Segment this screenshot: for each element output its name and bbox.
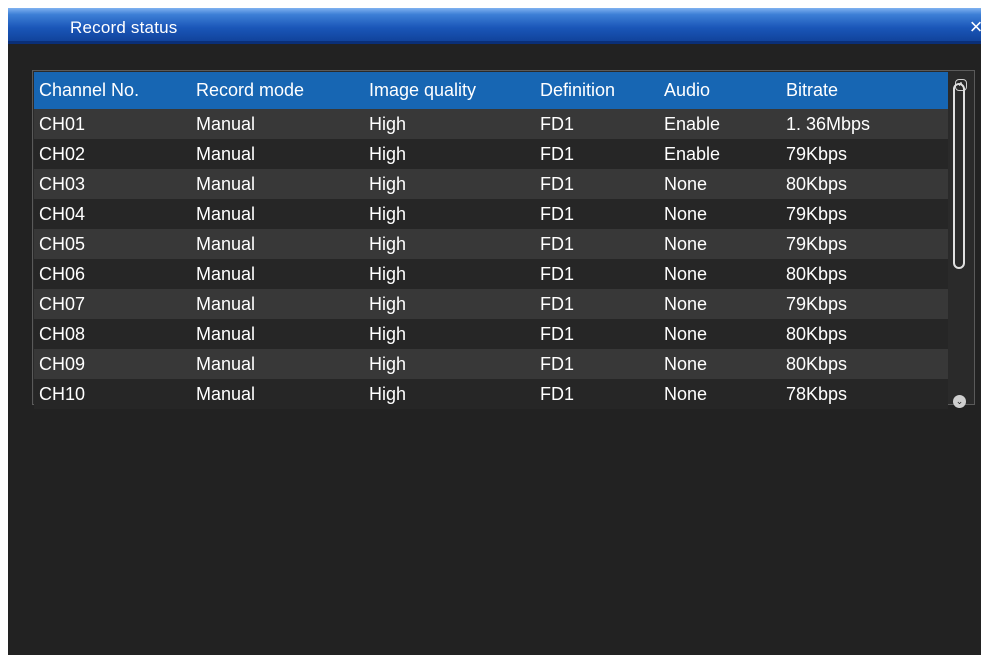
cell-record-mode: Manual [196, 173, 256, 194]
cell-record-mode: Manual [196, 143, 256, 164]
cell-record-mode: Manual [196, 263, 256, 284]
cell-definition: FD1 [540, 323, 575, 344]
cell-record-mode: Manual [196, 323, 256, 344]
table-row[interactable]: CH03 Manual High FD1 None 80Kbps [34, 169, 948, 199]
cell-audio: None [664, 383, 708, 404]
cell-audio: None [664, 353, 708, 374]
cell-image-quality: High [369, 143, 407, 164]
cell-definition: FD1 [540, 353, 575, 374]
cell-channel-no: CH07 [39, 293, 86, 314]
cell-channel-no: CH10 [39, 383, 86, 404]
cell-channel-no: CH04 [39, 203, 86, 224]
cell-channel-no: CH08 [39, 323, 86, 344]
cell-bitrate: 1. 36Mbps [786, 113, 871, 134]
cell-channel-no: CH06 [39, 263, 86, 284]
cell-bitrate: 80Kbps [786, 173, 848, 194]
cell-definition: FD1 [540, 173, 575, 194]
cell-bitrate: 80Kbps [786, 323, 848, 344]
table-header-row: Channel No. Record mode Image quality De… [34, 72, 948, 109]
cell-channel-no: CH03 [39, 173, 86, 194]
close-icon[interactable]: × [965, 16, 981, 38]
cell-definition: FD1 [540, 233, 575, 254]
table-row[interactable]: CH09 Manual High FD1 None 80Kbps [34, 349, 948, 379]
cell-image-quality: High [369, 323, 407, 344]
cell-record-mode: Manual [196, 203, 256, 224]
cell-audio: Enable [664, 143, 721, 164]
cell-audio: None [664, 203, 708, 224]
cell-definition: FD1 [540, 203, 575, 224]
cell-definition: FD1 [540, 293, 575, 314]
header-record-mode: Record mode [196, 80, 305, 100]
table-row[interactable]: CH10 Manual High FD1 None 78Kbps [34, 379, 948, 409]
cell-bitrate: 80Kbps [786, 263, 848, 284]
cell-definition: FD1 [540, 383, 575, 404]
cell-record-mode: Manual [196, 233, 256, 254]
header-audio: Audio [664, 80, 711, 100]
cell-definition: FD1 [540, 113, 575, 134]
record-status-table: Channel No. Record mode Image quality De… [34, 72, 948, 409]
table-row[interactable]: CH04 Manual High FD1 None 79Kbps [34, 199, 948, 229]
scroll-thumb[interactable] [953, 83, 965, 269]
cell-definition: FD1 [540, 263, 575, 284]
cell-image-quality: High [369, 233, 407, 254]
cell-bitrate: 79Kbps [786, 203, 848, 224]
table-scrollbar[interactable]: ˄ ⌄ [950, 73, 972, 408]
table-row[interactable]: CH02 Manual High FD1 Enable 79Kbps [34, 139, 948, 169]
record-status-table-frame: Channel No. Record mode Image quality De… [32, 70, 975, 409]
cell-image-quality: High [369, 353, 407, 374]
table-row[interactable]: CH08 Manual High FD1 None 80Kbps [34, 319, 948, 349]
cell-image-quality: High [369, 173, 407, 194]
cell-bitrate: 79Kbps [786, 233, 848, 254]
table-row[interactable]: CH06 Manual High FD1 None 80Kbps [34, 259, 948, 289]
cell-channel-no: CH05 [39, 233, 86, 254]
table-row[interactable]: CH07 Manual High FD1 None 79Kbps [34, 289, 948, 319]
header-definition: Definition [540, 80, 616, 100]
cell-image-quality: High [369, 383, 407, 404]
cell-audio: None [664, 263, 708, 284]
cell-bitrate: 79Kbps [786, 293, 848, 314]
window-title: Record status [70, 18, 178, 37]
cell-bitrate: 79Kbps [786, 143, 848, 164]
cell-record-mode: Manual [196, 383, 256, 404]
table-row[interactable]: CH01 Manual High FD1 Enable 1. 36Mbps [34, 109, 948, 139]
cell-record-mode: Manual [196, 113, 256, 134]
cell-channel-no: CH02 [39, 143, 86, 164]
cell-image-quality: High [369, 113, 407, 134]
cell-channel-no: CH09 [39, 353, 86, 374]
cell-channel-no: CH01 [39, 113, 86, 134]
header-channel-no: Channel No. [39, 80, 140, 100]
cell-audio: None [664, 233, 708, 254]
cell-definition: FD1 [540, 143, 575, 164]
cell-image-quality: High [369, 203, 407, 224]
scroll-down-icon[interactable]: ⌄ [953, 395, 966, 408]
title-bar: Record status × [8, 8, 981, 44]
cell-image-quality: High [369, 293, 407, 314]
cell-record-mode: Manual [196, 353, 256, 374]
header-image-quality: Image quality [369, 80, 477, 100]
cell-audio: Enable [664, 113, 721, 134]
header-bitrate: Bitrate [786, 80, 839, 100]
table-row[interactable]: CH05 Manual High FD1 None 79Kbps [34, 229, 948, 259]
cell-audio: None [664, 173, 708, 194]
cell-audio: None [664, 323, 708, 344]
record-status-window: Record status × Channel No. Record mode … [8, 8, 981, 655]
cell-record-mode: Manual [196, 293, 256, 314]
cell-bitrate: 80Kbps [786, 353, 848, 374]
cell-image-quality: High [369, 263, 407, 284]
cell-bitrate: 78Kbps [786, 383, 848, 404]
cell-audio: None [664, 293, 708, 314]
